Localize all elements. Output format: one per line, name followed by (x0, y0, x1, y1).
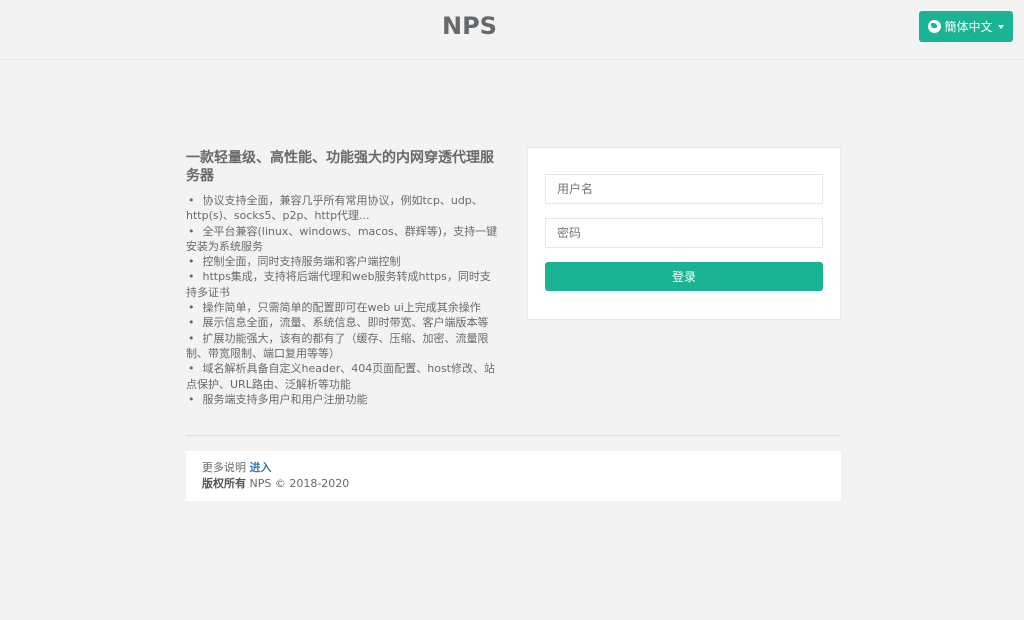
feature-item: • 控制全面，同时支持服务端和客户端控制 (188, 255, 401, 269)
feature-list: • 协议支持全面，兼容几乎所有常用协议，例如tcp、udp、http(s)、soc… (186, 193, 498, 407)
feature-item: • https集成，支持将后端代理和web服务转成https，同时支持多证书 (186, 270, 491, 299)
feature-item: • 操作简单，只需简单的配置即可在web ui上完成其余操作 (188, 301, 481, 315)
copyright-line: 版权所有 NPS © 2018-2020 (202, 476, 825, 492)
divider (186, 435, 841, 436)
feature-item: • 协议支持全面，兼容几乎所有常用协议，例如tcp、udp、http(s)、soc… (186, 194, 483, 223)
top-navbar: NPS 簡体中文 (0, 0, 1024, 60)
feature-item: • 全平台兼容(linux、windows、macos、群辉等)，支持一键安装为系… (186, 224, 498, 253)
language-label: 簡体中文 (944, 20, 993, 34)
feature-item: • 展示信息全面，流量、系统信息、即时带宽、客户端版本等 (188, 316, 489, 330)
more-info-link[interactable]: 进入 (250, 461, 272, 474)
more-info-line: 更多说明 进入 (202, 460, 825, 476)
feature-item: • 域名解析具备自定义header、404页面配置、host修改、站点保护、URL… (186, 362, 495, 391)
language-dropdown-button[interactable]: 簡体中文 (919, 11, 1013, 42)
globe-icon (928, 20, 942, 33)
login-form: 登录 (527, 147, 841, 320)
intro-title: 一款轻量级、高性能、功能强大的内网穿透代理服务器 (186, 150, 494, 184)
copyright-label: 版权所有 (202, 477, 246, 490)
username-input[interactable] (545, 174, 823, 204)
more-info-text: 更多说明 (202, 461, 246, 474)
feature-item: • 服务端支持多用户和用户注册功能 (188, 392, 368, 406)
brand-logo: NPS (442, 12, 497, 40)
copyright-text: NPS © 2018-2020 (249, 477, 350, 490)
feature-item: • 扩展功能强大，该有的都有了（缓存、压缩、加密、流量限制、带宽限制、端口复用等等… (186, 331, 489, 360)
password-input[interactable] (545, 218, 823, 248)
footer: 更多说明 进入 版权所有 NPS © 2018-2020 (186, 451, 841, 501)
intro-section: 一款轻量级、高性能、功能强大的内网穿透代理服务器 • 协议支持全面，兼容几乎所有常… (186, 149, 498, 407)
login-button[interactable]: 登录 (545, 262, 823, 291)
caret-down-icon (997, 24, 1004, 29)
